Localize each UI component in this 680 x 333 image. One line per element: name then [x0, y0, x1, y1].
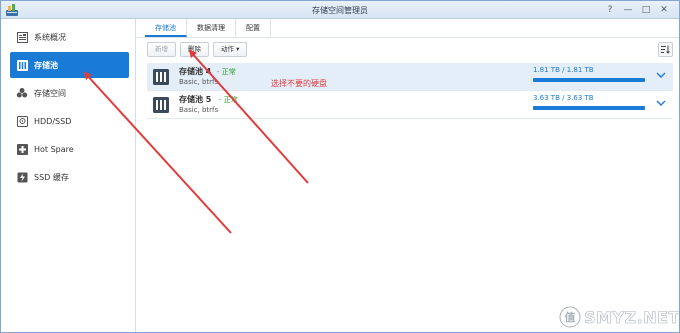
sidebar-item-label: 系统概况 [34, 32, 66, 42]
help-button[interactable]: ? [603, 3, 617, 17]
storage-manager-window: 存储空间管理员 ? — □ ✕ 系统概况 存储池 存储空间 HDD/SSD Ho… [0, 0, 680, 333]
sidebar-item-hdd-ssd[interactable]: HDD/SSD [10, 108, 129, 134]
new-button[interactable]: 新增 [147, 42, 176, 57]
tab-settings[interactable]: 配置 [236, 19, 271, 37]
sidebar-item-overview[interactable]: 系统概况 [10, 24, 129, 50]
pool-status: - 正常 [217, 68, 236, 76]
sidebar-item-label: 存储空间 [34, 88, 66, 98]
volume-icon [16, 87, 28, 99]
sidebar-item-label: 存储池 [34, 60, 58, 70]
tab-bar: 存储池 数据清理 配置 [145, 19, 271, 37]
tab-storage-pool[interactable]: 存储池 [145, 19, 187, 37]
hdd-icon [16, 115, 28, 127]
main-panel: 存储池 数据清理 配置 新增 删除 动作 ▾ 存储池 4 - 正常 Basic,… [137, 19, 679, 332]
chevron-down-icon[interactable] [655, 98, 667, 108]
storage-pool-row[interactable]: 存储池 4 - 正常 Basic, btrfs 1.81 TB / 1.81 T… [147, 63, 673, 91]
sidebar-item-ssd-cache[interactable]: SSD 缓存 [10, 164, 129, 190]
storage-pool-row[interactable]: 存储池 5 - 正常 Basic, btrfs 3.63 TB / 3.63 T… [147, 91, 673, 119]
watermark: 值 SMYZ.NET [559, 304, 680, 330]
pool-capacity: 1.81 TB / 1.81 TB [533, 66, 594, 74]
pool-name: 存储池 5 [179, 95, 212, 104]
close-button[interactable]: ✕ [657, 3, 671, 17]
capacity-bar-fill [533, 106, 645, 110]
sidebar-item-label: HDD/SSD [34, 116, 72, 126]
overview-icon [16, 31, 28, 43]
sidebar-item-label: SSD 缓存 [34, 172, 69, 182]
sort-button[interactable] [658, 42, 673, 57]
minimize-button[interactable]: — [621, 3, 635, 17]
sidebar-item-volume[interactable]: 存储空间 [10, 80, 129, 106]
title-bar: 存储空间管理员 ? — □ ✕ [1, 1, 679, 19]
capacity-bar-fill [533, 78, 645, 82]
watermark-text: SMYZ.NET [584, 307, 680, 327]
pool-name: 存储池 4 [179, 67, 212, 76]
toolbar: 新增 删除 动作 ▾ [147, 42, 251, 58]
sidebar: 系统概况 存储池 存储空间 HDD/SSD Hot Spare SSD 缓存 [1, 19, 136, 332]
delete-button[interactable]: 删除 [180, 42, 209, 57]
storage-pool-icon [153, 69, 169, 85]
hot-spare-icon [16, 143, 28, 155]
pool-status: - 正常 [219, 96, 238, 104]
action-dropdown[interactable]: 动作 ▾ [213, 42, 248, 57]
annotation-text: 选择不要的硬盘 [271, 79, 327, 88]
pool-type: Basic, btrfs [179, 106, 219, 114]
maximize-button[interactable]: □ [639, 3, 653, 17]
window-title: 存储空间管理员 [312, 6, 368, 15]
svg-text:值: 值 [565, 310, 576, 324]
pool-capacity: 3.63 TB / 3.63 TB [533, 94, 594, 102]
sort-icon [661, 45, 670, 54]
sidebar-item-label: Hot Spare [34, 144, 74, 154]
watermark-logo-icon: 值 [559, 306, 581, 328]
tab-data-scrubbing[interactable]: 数据清理 [187, 19, 236, 37]
capacity-bar [533, 78, 645, 82]
ssd-cache-icon [16, 171, 28, 183]
tabs-divider [137, 37, 679, 38]
capacity-bar [533, 106, 645, 110]
sidebar-item-storage-pool[interactable]: 存储池 [10, 52, 129, 78]
pool-type: Basic, btrfs [179, 78, 219, 86]
storage-pool-icon [153, 97, 169, 113]
storage-pool-icon [16, 59, 28, 71]
chevron-down-icon[interactable] [655, 70, 667, 80]
sidebar-item-hot-spare[interactable]: Hot Spare [10, 136, 129, 162]
